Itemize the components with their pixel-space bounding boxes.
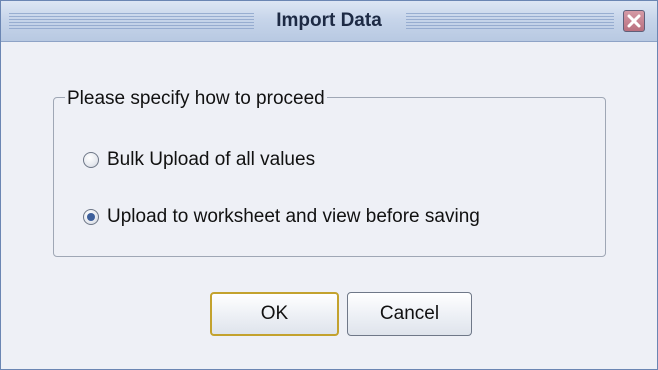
proceed-options-group bbox=[53, 97, 606, 257]
cancel-button[interactable]: Cancel bbox=[347, 292, 472, 336]
option-label-bulk-upload[interactable]: Bulk Upload of all values bbox=[107, 149, 315, 171]
close-icon bbox=[627, 14, 641, 28]
group-legend: Please specify how to proceed bbox=[65, 87, 327, 111]
radio-upload-to-worksheet[interactable] bbox=[83, 209, 99, 225]
dialog-title-container: Import Data bbox=[1, 1, 657, 41]
radio-bulk-upload[interactable] bbox=[83, 152, 99, 168]
import-data-dialog: Import Data Please specify how to procee… bbox=[0, 0, 658, 370]
option-bulk-upload[interactable]: Bulk Upload of all values bbox=[83, 146, 315, 174]
option-upload-to-worksheet[interactable]: Upload to worksheet and view before savi… bbox=[83, 203, 480, 231]
ok-button[interactable]: OK bbox=[210, 292, 339, 336]
close-button[interactable] bbox=[623, 10, 645, 32]
title-bar[interactable]: Import Data bbox=[1, 1, 657, 42]
option-label-upload-to-worksheet[interactable]: Upload to worksheet and view before savi… bbox=[107, 206, 480, 228]
dialog-title: Import Data bbox=[276, 10, 382, 31]
